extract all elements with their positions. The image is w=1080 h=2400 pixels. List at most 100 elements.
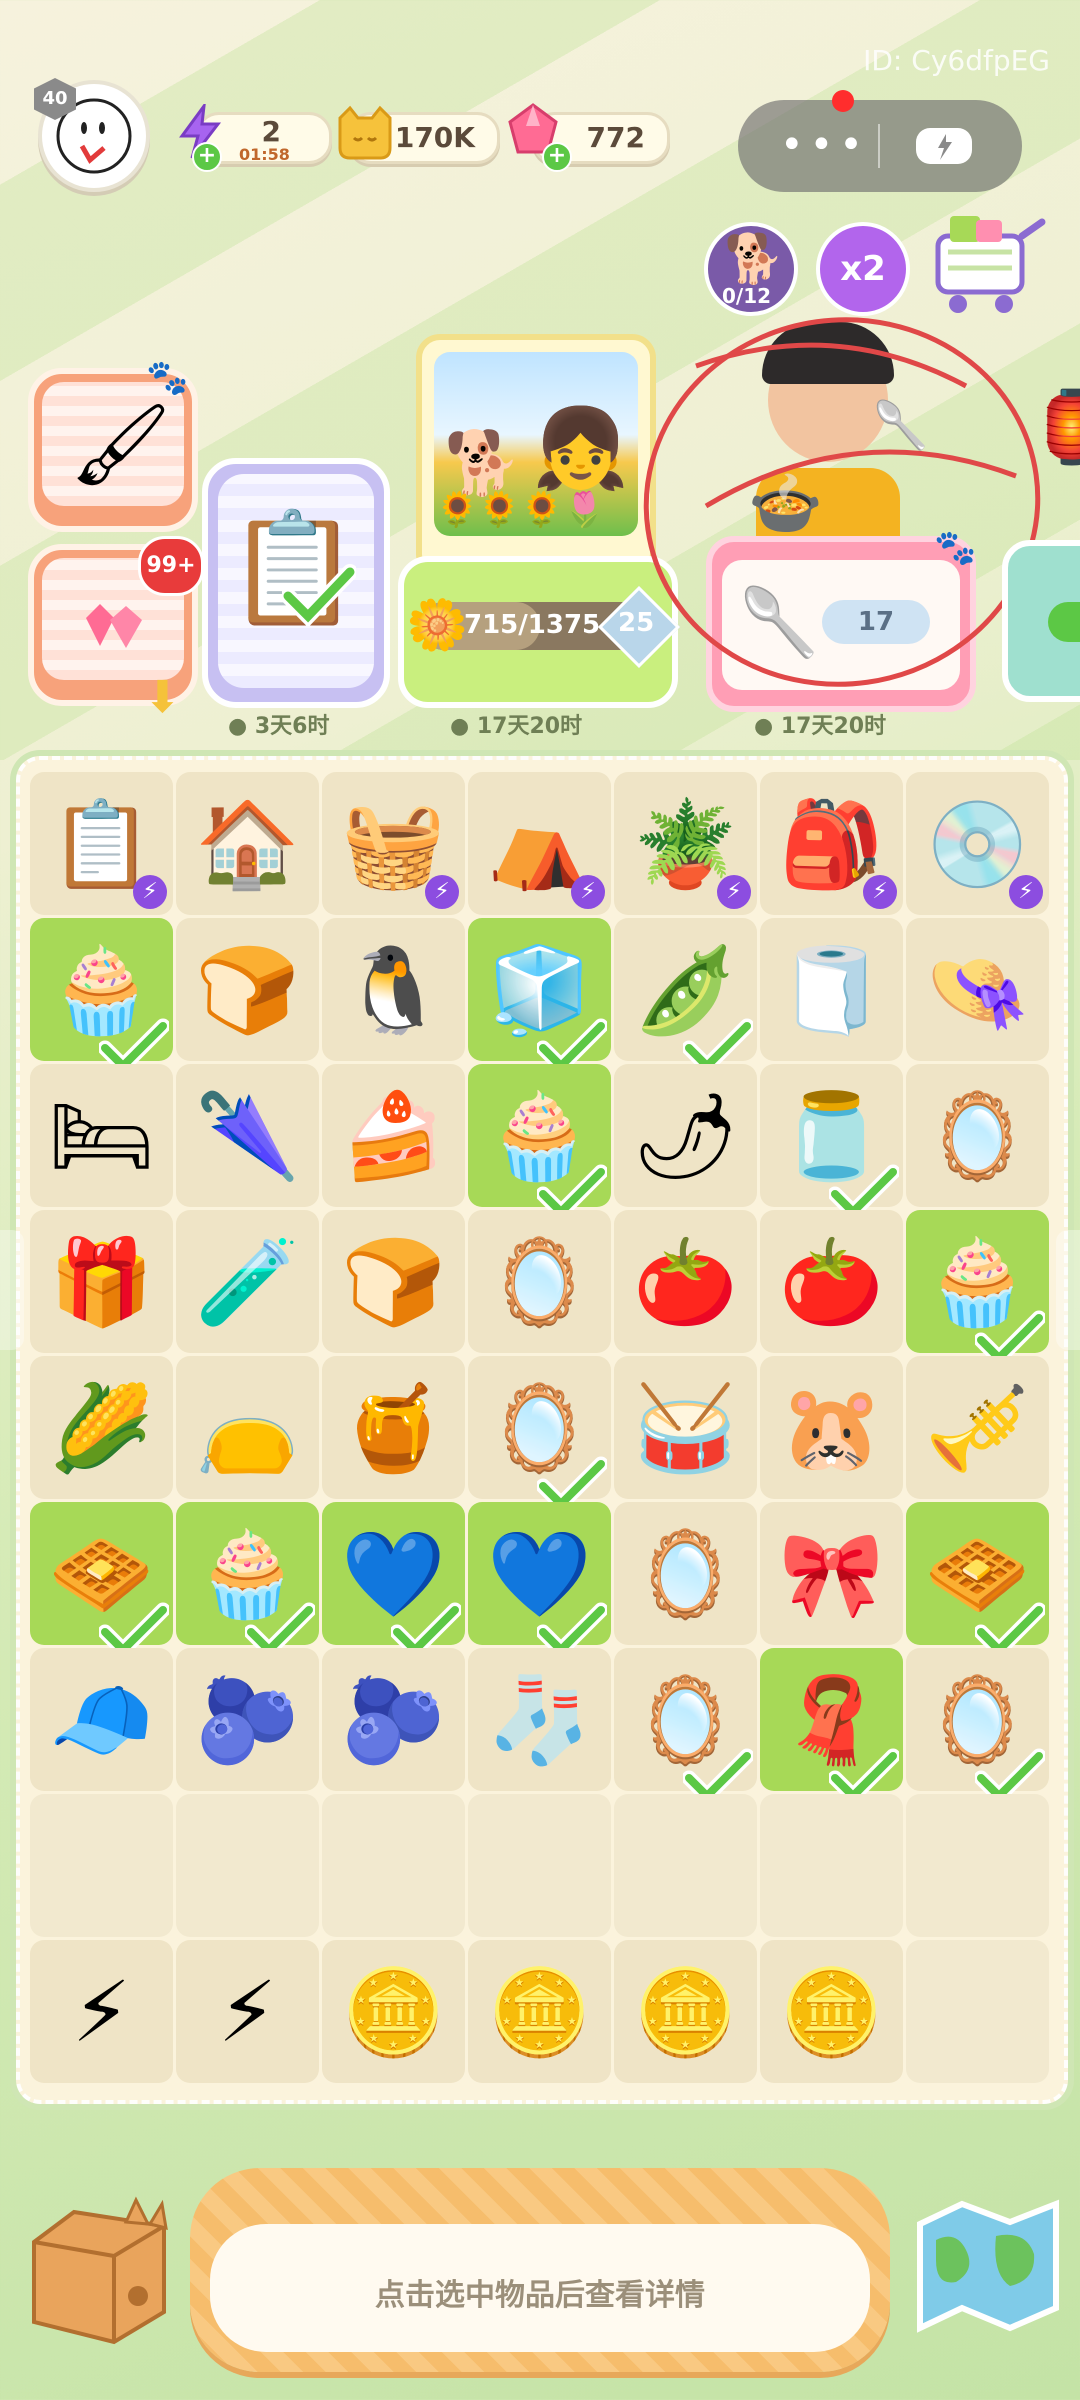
board-cell[interactable]: 🪞 [906, 1648, 1049, 1807]
board-cell[interactable]: 🎀 [760, 1502, 903, 1645]
board-cell[interactable]: 🫙 [760, 1064, 903, 1223]
world-map-icon[interactable] [906, 2190, 1070, 2340]
board-cell[interactable]: 🪞 [614, 1648, 757, 1807]
board-cell[interactable]: 🧺 ⚡ [322, 772, 465, 915]
board-cell[interactable]: 🫐 [176, 1648, 319, 1791]
left-scroll-tab[interactable] [0, 1230, 24, 1350]
pet-collection-button[interactable]: 🐕 0/12 [704, 222, 798, 316]
cat-box-icon[interactable] [14, 2192, 184, 2352]
board-cell[interactable]: 🍞 [176, 918, 319, 1061]
board-cell[interactable]: 🏠 [176, 772, 319, 915]
merge-item-icon: 👝 [195, 1378, 300, 1477]
board-cell[interactable]: 🍞 [322, 1210, 465, 1353]
merge-item-icon: 🪴 [633, 794, 738, 893]
board-cell[interactable]: 🧪 [176, 1210, 319, 1353]
board-cell[interactable]: 🐧 [322, 918, 465, 1061]
board-cell[interactable]: 🛏 [30, 1064, 173, 1207]
board-cell[interactable]: 🧁 [906, 1210, 1049, 1369]
gem-pack-button[interactable]: 99+ ⬇ [28, 536, 204, 723]
merge-item-icon: 🧦 [487, 1670, 592, 1769]
board-cell[interactable]: 👒 [906, 918, 1049, 1061]
merge-item-icon: 🐹 [779, 1378, 884, 1477]
right-scroll-tab[interactable] [1056, 1230, 1080, 1350]
board-cell[interactable]: 🧇 [906, 1502, 1049, 1661]
gamepad-icon[interactable] [912, 120, 976, 172]
merge-item-icon: 🎒 [779, 794, 884, 893]
paint-roller-button[interactable]: 🖌 🐾 [28, 358, 198, 532]
board-cell[interactable]: 🫐 [322, 1648, 465, 1791]
board-cell[interactable]: 🥁 [614, 1356, 757, 1499]
board-cell[interactable]: 🍰 [322, 1064, 465, 1207]
girl-photographer-icon: 👧 [532, 404, 630, 494]
merge-item-icon: ⛺ [487, 794, 592, 893]
board-cell[interactable]: 🐹 [760, 1356, 903, 1499]
energy-add-button[interactable]: + [192, 142, 222, 172]
board-cell[interactable]: 🧁 [176, 1502, 319, 1661]
board-cell[interactable]: 🍅 [614, 1210, 757, 1353]
board-cell[interactable]: 🪙 [614, 1940, 757, 2083]
board-cell[interactable]: 🧻 [760, 918, 903, 1061]
board-cell[interactable]: 🌽 [30, 1356, 173, 1499]
merge-item-icon: 🍯 [341, 1378, 446, 1477]
paw-badge-icon: 🐾 [146, 358, 189, 398]
board-cell[interactable] [468, 1794, 611, 1937]
board-cell[interactable] [614, 1794, 757, 1937]
board-cell[interactable] [30, 1794, 173, 1937]
board-grid: 📋 ⚡ 🏠 🧺 ⚡ ⛺ ⚡ 🪴 ⚡ 🎒 ⚡ 💿 ⚡ 🧁 🍞 🐧 🧊 🫛 🧻 👒 🛏 🌂 🍰 🧁 🌶 🫙 🪞 🎁 🧪 🍞 🪞 🍅 🍅 🧁 🌽 👝 🍯 🪞 🥁 🐹… [30, 772, 1052, 2083]
board-cell[interactable]: 🪙 [322, 1940, 465, 2083]
gem-add-button[interactable]: + [542, 142, 572, 172]
item-info-panel: 点击选中物品后查看详情 [210, 2224, 870, 2352]
board-cell[interactable]: 🌂 [176, 1064, 319, 1207]
order-ready-check-icon [97, 1587, 171, 1661]
board-cell[interactable] [906, 1794, 1049, 1937]
board-cell[interactable]: 🪞 [468, 1356, 611, 1515]
task-list-button[interactable]: 📋 [202, 458, 390, 708]
energy-value: 2 [261, 115, 281, 148]
board-cell[interactable]: 🧊 [468, 918, 611, 1077]
gems-pile-icon [86, 604, 142, 648]
order-ready-check-icon [389, 1587, 463, 1661]
order-ready-check-icon [535, 1587, 609, 1661]
board-cell[interactable]: 🧦 [468, 1648, 611, 1791]
board-cell[interactable]: 🪞 [468, 1210, 611, 1353]
next-order-card[interactable] [1002, 540, 1080, 702]
board-cell[interactable]: 🫛 [614, 918, 757, 1077]
pink-machine-icon: 🏮 [1028, 386, 1080, 468]
board-cell[interactable]: 🪙 [760, 1940, 903, 2083]
board-cell[interactable]: 🪙 [468, 1940, 611, 2083]
board-cell[interactable]: 🍯 [322, 1356, 465, 1499]
event-photo-card[interactable]: 🐕 👧 🌻🌻🌻🌷 [416, 334, 656, 578]
board-cell[interactable]: 💙 [322, 1502, 465, 1661]
shiba-dog-icon: 🐕 [444, 426, 522, 499]
board-cell[interactable]: 🪞 [906, 1064, 1049, 1207]
board-cell[interactable] [176, 1794, 319, 1937]
board-cell[interactable]: 🧁 [468, 1064, 611, 1223]
board-cell[interactable]: 🧣 [760, 1648, 903, 1807]
board-cell[interactable]: 🧢 [30, 1648, 173, 1791]
board-cell[interactable]: 📋 ⚡ [30, 772, 173, 915]
badge-99: 99+ [138, 536, 204, 596]
board-cell[interactable]: 💙 [468, 1502, 611, 1661]
board-cell[interactable]: ⚡ [30, 1940, 173, 2083]
board-cell[interactable]: 🍅 [760, 1210, 903, 1353]
board-cell[interactable]: 💿 ⚡ [906, 772, 1049, 915]
board-cell[interactable]: 🌶 [614, 1064, 757, 1207]
board-cell[interactable] [906, 1940, 1049, 2083]
board-cell[interactable]: ⛺ ⚡ [468, 772, 611, 915]
merge-item-icon: 🧢 [49, 1670, 154, 1769]
more-menu-icon[interactable]: ••• [780, 125, 869, 165]
board-cell[interactable] [760, 1794, 903, 1937]
shop-cart-icon[interactable] [918, 212, 1050, 316]
board-cell[interactable]: 🎒 ⚡ [760, 772, 903, 915]
board-cell[interactable]: 🎁 [30, 1210, 173, 1353]
board-cell[interactable]: 🧇 [30, 1502, 173, 1661]
board-cell[interactable]: 👝 [176, 1356, 319, 1499]
board-cell[interactable]: 🪞 [614, 1502, 757, 1645]
board-cell[interactable]: ⚡ [176, 1940, 319, 2083]
board-cell[interactable] [322, 1794, 465, 1937]
miniprogram-capsule: ••• [738, 100, 1022, 192]
multiplier-button[interactable]: x2 [816, 222, 910, 316]
board-cell[interactable]: 🪴 ⚡ [614, 772, 757, 915]
board-cell[interactable]: 🎺 [906, 1356, 1049, 1499]
board-cell[interactable]: 🧁 [30, 918, 173, 1077]
